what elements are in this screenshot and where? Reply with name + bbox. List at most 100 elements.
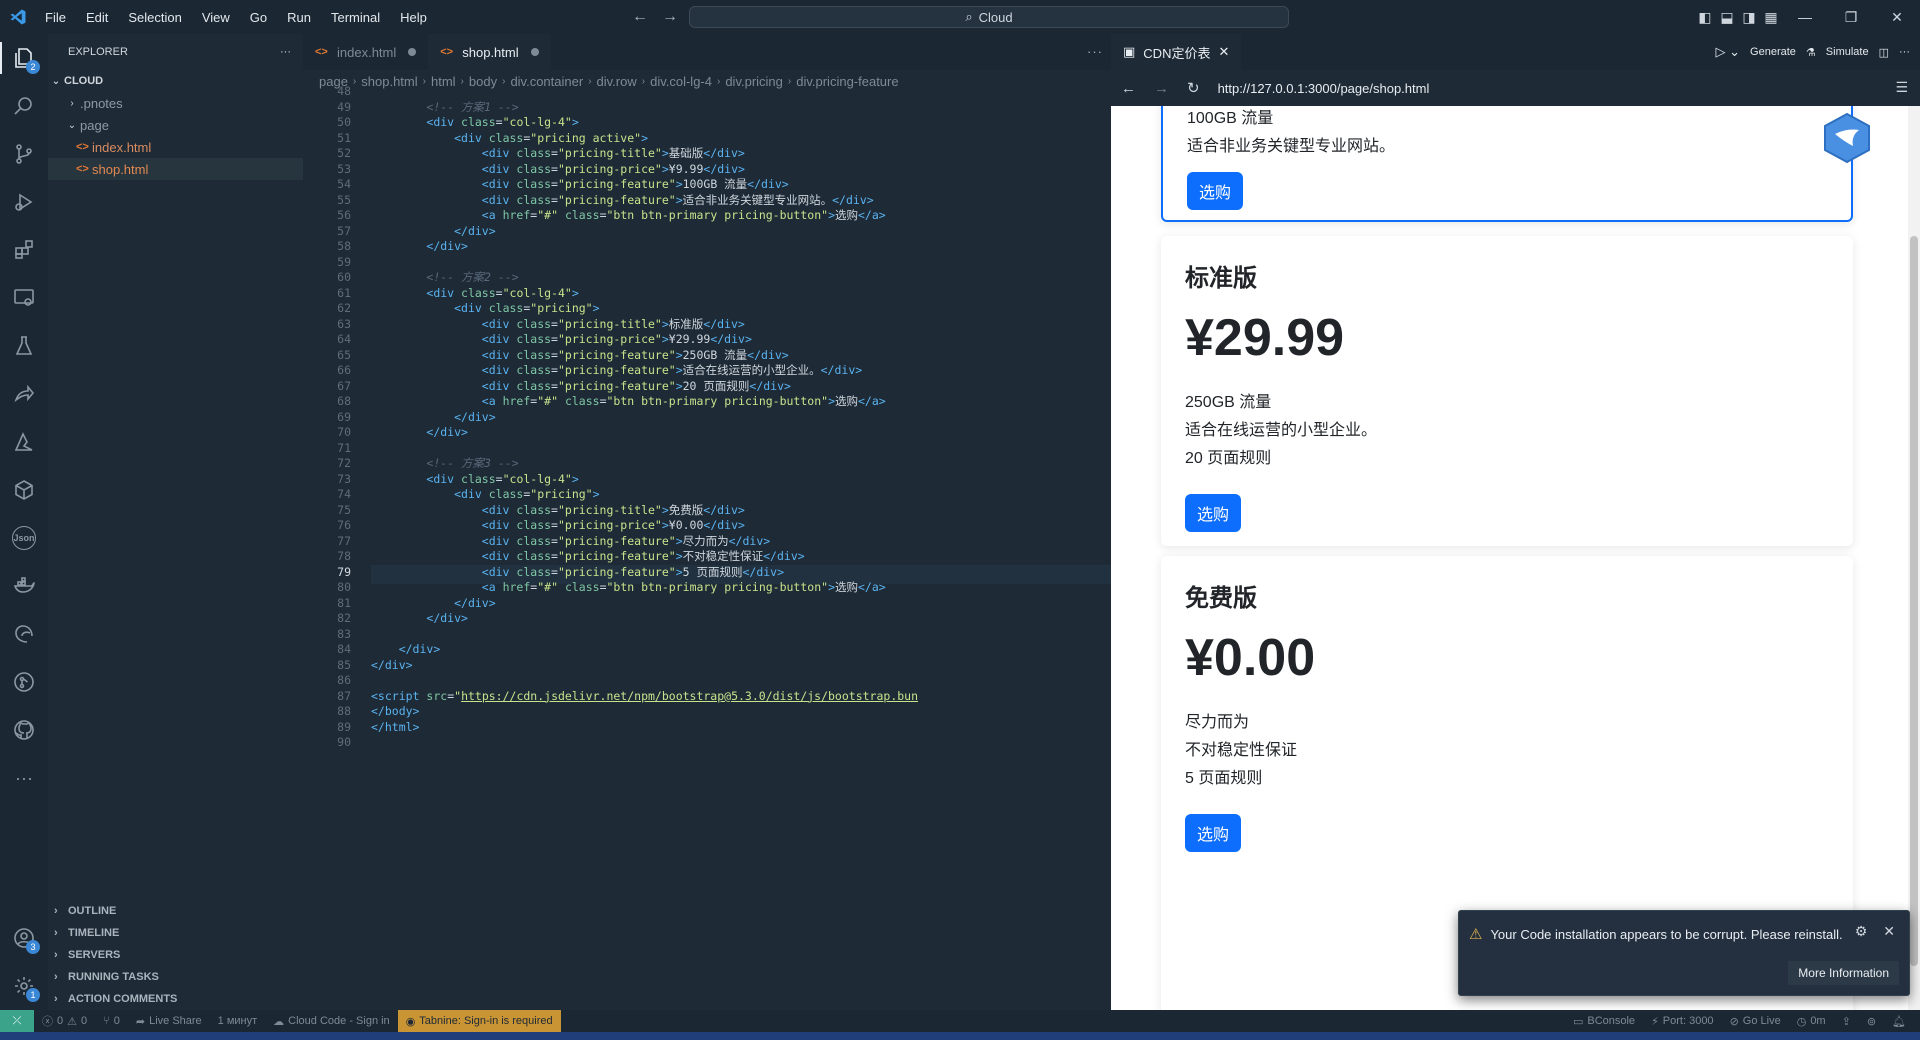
azure-activity[interactable]: [0, 418, 48, 466]
tab-index-html[interactable]: <> index.html: [303, 34, 428, 70]
code-line[interactable]: <div class="col-lg-4">: [371, 115, 578, 131]
menu-edit[interactable]: Edit: [83, 8, 111, 27]
unsaved-dot-icon[interactable]: [530, 48, 539, 56]
card1-buy-button[interactable]: 选购: [1187, 172, 1244, 210]
more-actions-icon[interactable]: ···: [1899, 46, 1910, 58]
code-line[interactable]: <!-- 方案3 -->: [371, 456, 518, 472]
code-line[interactable]: </div>: [371, 658, 413, 674]
code-line[interactable]: </div>: [371, 239, 468, 255]
file-index-html[interactable]: <> index.html: [48, 136, 303, 158]
code-line[interactable]: <div class="col-lg-4">: [371, 286, 578, 302]
code-line[interactable]: </div>: [371, 410, 496, 426]
toggle-secondary-sidebar-icon[interactable]: ◨: [1738, 9, 1760, 26]
tab-shop-html[interactable]: <> shop.html: [428, 34, 551, 70]
forward-arrow-icon[interactable]: →: [662, 8, 678, 26]
section-servers[interactable]: › SERVERS: [48, 944, 303, 966]
code-line[interactable]: </html>: [371, 720, 419, 736]
toggle-sidebar-icon[interactable]: ◧: [1694, 9, 1716, 26]
source-control-activity[interactable]: [0, 130, 48, 178]
browser-back-icon[interactable]: ←: [1121, 80, 1136, 97]
workspace-root[interactable]: ⌄ CLOUD: [48, 70, 303, 92]
card3-buy-button[interactable]: 选购: [1185, 814, 1242, 852]
breadcrumb-container[interactable]: div.container: [510, 74, 583, 89]
code-line[interactable]: <!-- 方案2 -->: [371, 270, 518, 286]
notification-close-icon[interactable]: ✕: [1883, 923, 1895, 940]
browser-forward-icon[interactable]: →: [1154, 80, 1169, 97]
port-status[interactable]: ⚡ Port: 3000: [1643, 1015, 1722, 1028]
section-running-tasks[interactable]: › RUNNING TASKS: [48, 966, 303, 988]
code-line[interactable]: </div>: [371, 425, 468, 441]
preview-tab[interactable]: ▣ CDN定价表 ✕: [1111, 34, 1242, 70]
breadcrumb-feature[interactable]: div.pricing-feature: [796, 74, 898, 89]
hamburger-menu-icon[interactable]: ☰: [1895, 79, 1908, 96]
code-line[interactable]: <div class="pricing-feature">250GB 流量</d…: [371, 348, 789, 364]
close-tab-icon[interactable]: ✕: [1218, 44, 1229, 60]
simulate-button[interactable]: Simulate: [1826, 46, 1869, 58]
problems-status[interactable]: ⓧ 0 ⚠ 0: [34, 1013, 95, 1029]
cloud-code-status[interactable]: ☁ Cloud Code - Sign in: [265, 1015, 398, 1028]
edge-activity[interactable]: [0, 610, 48, 658]
remote-explorer-activity[interactable]: [0, 274, 48, 322]
menu-go[interactable]: Go: [247, 8, 270, 27]
breadcrumb-file[interactable]: shop.html: [361, 74, 417, 89]
remote-indicator-icon[interactable]: ⤫: [0, 1010, 34, 1032]
code-line[interactable]: </body>: [371, 704, 419, 720]
code-line[interactable]: <a href="#" class="btn btn-primary prici…: [371, 394, 886, 410]
reload-icon[interactable]: ↻: [1187, 79, 1200, 97]
code-line[interactable]: <div class="pricing-feature">20 页面规则</di…: [371, 379, 791, 395]
go-live-status[interactable]: ⊘ Go Live: [1722, 1015, 1789, 1028]
file-shop-html[interactable]: <> shop.html: [48, 158, 303, 180]
live-share-status[interactable]: ➦ Live Share: [128, 1015, 210, 1028]
docker-activity[interactable]: [0, 562, 48, 610]
breadcrumb-body[interactable]: body: [469, 74, 497, 89]
run-icon[interactable]: ▷ ⌄: [1716, 44, 1741, 60]
more-activity[interactable]: ···: [0, 754, 48, 802]
code-line[interactable]: <div class="pricing">: [371, 301, 599, 317]
menu-run[interactable]: Run: [284, 8, 314, 27]
section-action-comments[interactable]: › ACTION COMMENTS: [48, 988, 303, 1010]
code-line[interactable]: <!-- 方案1 -->: [371, 100, 518, 116]
notification-settings-icon[interactable]: ⚙: [1855, 923, 1868, 940]
duration-status[interactable]: ◷ 0m: [1789, 1015, 1834, 1028]
more-information-button[interactable]: More Information: [1788, 961, 1899, 985]
editor-more-actions-icon[interactable]: ···: [1087, 44, 1103, 59]
restore-icon[interactable]: ❐: [1828, 9, 1874, 26]
feedback-status[interactable]: ⇪: [1834, 1015, 1859, 1028]
section-timeline[interactable]: › TIMELINE: [48, 922, 303, 944]
cube-activity[interactable]: [0, 466, 48, 514]
explorer-activity[interactable]: 2: [0, 34, 48, 82]
github-activity[interactable]: [0, 706, 48, 754]
code-line[interactable]: <a href="#" class="btn btn-primary prici…: [371, 208, 886, 224]
back-arrow-icon[interactable]: ←: [632, 8, 648, 26]
code-line[interactable]: </div>: [371, 611, 468, 627]
code-line[interactable]: </div>: [371, 224, 496, 240]
copilot-status[interactable]: ⊚: [1859, 1015, 1884, 1028]
bconsole-status[interactable]: ▭ BConsole: [1565, 1015, 1643, 1028]
live-share-activity[interactable]: [0, 370, 48, 418]
code-line[interactable]: <div class="pricing-feature">5 页面规则</div…: [371, 565, 784, 581]
folder-page[interactable]: ⌄ page: [48, 114, 303, 136]
code-line[interactable]: </div>: [371, 596, 496, 612]
testing-activity[interactable]: [0, 322, 48, 370]
manage-activity[interactable]: 1: [0, 962, 48, 1010]
notifications-status[interactable]: 🔔︎: [1884, 1015, 1914, 1028]
code-line[interactable]: <div class="pricing-price">¥0.00</div>: [371, 518, 745, 534]
breadcrumb-html[interactable]: html: [431, 74, 456, 89]
minimize-icon[interactable]: —: [1782, 9, 1828, 25]
preview-scrollbar[interactable]: [1908, 106, 1920, 1010]
breadcrumb-pricing[interactable]: div.pricing: [725, 74, 783, 89]
breadcrumb-col[interactable]: div.col-lg-4: [650, 74, 712, 89]
folder-pnotes[interactable]: › .pnotes: [48, 92, 303, 114]
code-line[interactable]: <a href="#" class="btn btn-primary prici…: [371, 580, 886, 596]
code-line[interactable]: <div class="pricing-feature">不对稳定性保证</di…: [371, 549, 805, 565]
code-line[interactable]: <div class="pricing-title">标准版</div>: [371, 317, 745, 333]
card2-buy-button[interactable]: 选购: [1185, 494, 1242, 532]
toggle-panel-icon[interactable]: ⬓: [1716, 9, 1738, 26]
accounts-activity[interactable]: 3: [0, 914, 48, 962]
split-editor-icon[interactable]: ◫: [1879, 46, 1889, 59]
url-field[interactable]: http://127.0.0.1:3000/page/shop.html: [1218, 81, 1430, 96]
gitlens-activity[interactable]: [0, 658, 48, 706]
json-activity[interactable]: Json: [0, 514, 48, 562]
menu-help[interactable]: Help: [397, 8, 430, 27]
close-window-icon[interactable]: ✕: [1874, 9, 1920, 26]
